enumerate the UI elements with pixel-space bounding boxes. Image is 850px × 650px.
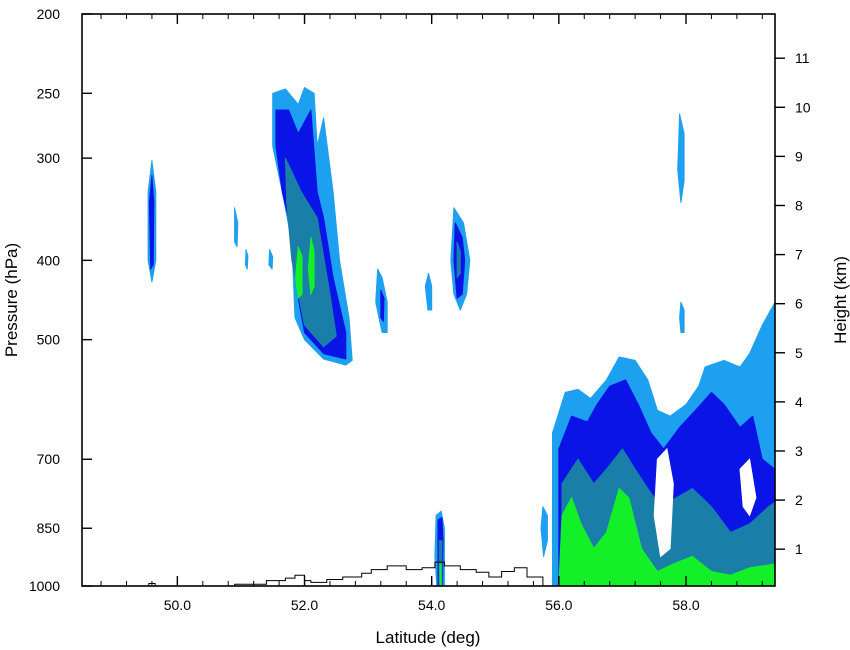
cross-section-chart: 50.0 52.0 54.0 56.0 58.020025030040050070085… [2,6,850,647]
pressure-tick-label: 400 [37,252,61,268]
y-axis-left-title: Pressure (hPa) [2,243,21,357]
height-tick-label: 6 [795,296,803,312]
height-tick-label: 2 [795,492,803,508]
height-tick-label: 7 [795,247,803,263]
contour-region-21 [439,563,442,586]
x-tick-label: 56.0 [545,597,572,613]
height-tick-label: 8 [795,197,803,213]
pressure-tick-label: 300 [37,150,61,166]
height-tick-label: 11 [795,50,810,66]
height-tick-label: 4 [795,394,803,410]
pressure-tick-label: 500 [37,332,61,348]
pressure-tick-label: 700 [37,451,61,467]
height-tick-label: 5 [795,345,803,361]
height-tick-label: 1 [795,541,803,557]
y-axis-right-title: Height (km) [831,256,850,344]
height-tick-label: 3 [795,443,803,459]
height-tick-label: 9 [795,148,803,164]
pressure-tick-label: 250 [37,85,61,101]
x-tick-label: 58.0 [672,597,699,613]
pressure-tick-label: 1000 [29,578,60,594]
x-tick-label: 54.0 [418,597,445,613]
height-tick-label: 10 [795,99,811,115]
x-axis-title: Latitude (deg) [376,628,481,647]
pressure-tick-label: 850 [37,520,61,536]
x-tick-label: 50.0 [164,597,191,613]
x-tick-label: 52.0 [291,597,318,613]
pressure-tick-label: 200 [37,6,61,22]
